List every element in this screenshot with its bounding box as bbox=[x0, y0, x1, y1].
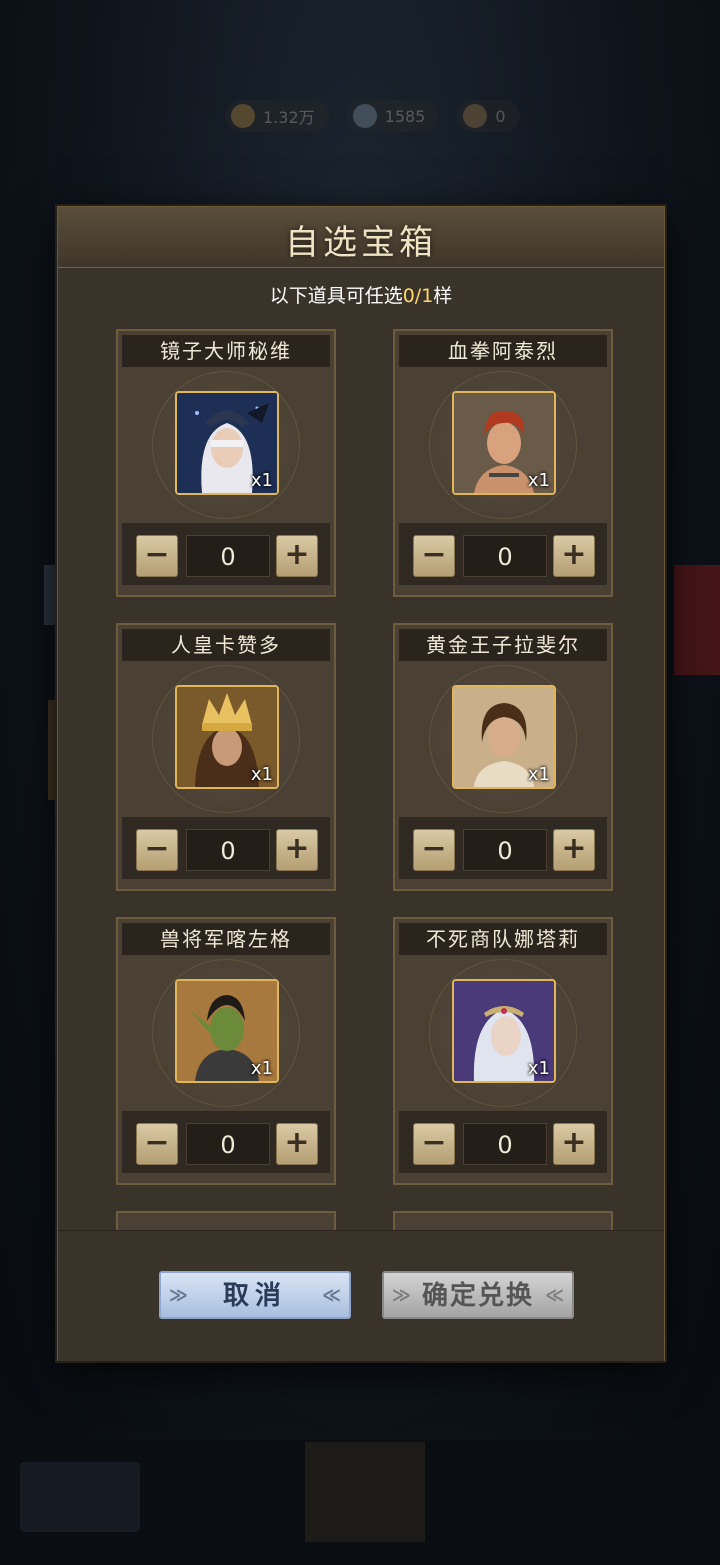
item-quantity: x1 bbox=[527, 470, 550, 491]
quantity-stepper: − 0 + bbox=[122, 817, 330, 879]
quantity-stepper: − 0 + bbox=[122, 1111, 330, 1173]
item-card-partial bbox=[116, 1211, 336, 1230]
increase-button[interactable]: + bbox=[553, 535, 595, 577]
confirm-label: 确定兑换 bbox=[421, 1281, 534, 1311]
back-button[interactable] bbox=[20, 1462, 140, 1532]
cancel-button[interactable]: ≫ 取消 ≪ bbox=[159, 1271, 351, 1319]
quantity-input[interactable]: 0 bbox=[186, 829, 270, 871]
item-body: x1 bbox=[399, 369, 607, 519]
item-grid[interactable]: 镜子大师秘维 x1 − 0 + 血拳阿泰烈 x1 − 0 + 人皇卡赞多 x1 … bbox=[58, 317, 664, 1230]
dialog-footer: ≫ 取消 ≪ ≫ 确定兑换 ≪ bbox=[58, 1230, 664, 1361]
quantity-stepper: − 0 + bbox=[122, 523, 330, 585]
portrait-red-hair-icon[interactable]: x1 bbox=[452, 391, 556, 495]
selection-hint-suffix: 样 bbox=[433, 285, 453, 307]
decrease-button[interactable]: − bbox=[136, 535, 178, 577]
item-card: 不死商队娜塔莉 x1 − 0 + bbox=[393, 917, 613, 1185]
token-icon bbox=[463, 104, 488, 128]
quantity-stepper: − 0 + bbox=[399, 817, 607, 879]
item-body: x1 bbox=[399, 957, 607, 1107]
resource-bar: 1.32万 1585 0 bbox=[225, 100, 520, 132]
decrease-button[interactable]: − bbox=[413, 535, 455, 577]
select-chest-dialog: 自选宝箱 以下道具可任选0/1样 镜子大师秘维 x1 − 0 + 血拳阿泰烈 x… bbox=[57, 206, 665, 1361]
increase-button[interactable]: + bbox=[276, 829, 318, 871]
item-card: 黄金王子拉斐尔 x1 − 0 + bbox=[393, 623, 613, 891]
item-name: 不死商队娜塔莉 bbox=[399, 923, 607, 955]
item-card-partial bbox=[393, 1211, 613, 1230]
item-quantity: x1 bbox=[527, 764, 550, 785]
cancel-label: 取消 bbox=[222, 1281, 287, 1311]
increase-button[interactable]: + bbox=[553, 829, 595, 871]
item-quantity: x1 bbox=[250, 1058, 273, 1079]
side-decoration bbox=[44, 565, 58, 625]
quantity-input[interactable]: 0 bbox=[186, 1123, 270, 1165]
arrow-left-icon: ≫ bbox=[392, 1285, 411, 1306]
quantity-input[interactable]: 0 bbox=[463, 535, 547, 577]
item-card: 血拳阿泰烈 x1 − 0 + bbox=[393, 329, 613, 597]
item-card: 人皇卡赞多 x1 − 0 + bbox=[116, 623, 336, 891]
dialog-header: 自选宝箱 bbox=[58, 207, 664, 268]
item-body: x1 bbox=[122, 957, 330, 1107]
decrease-button[interactable]: − bbox=[413, 829, 455, 871]
quantity-input[interactable]: 0 bbox=[186, 535, 270, 577]
item-body: x1 bbox=[399, 663, 607, 813]
arrow-left-icon: ≫ bbox=[169, 1285, 188, 1306]
gold-resource: 1.32万 bbox=[225, 100, 329, 132]
confirm-exchange-button[interactable]: ≫ 确定兑换 ≪ bbox=[382, 1271, 574, 1319]
decrease-button[interactable]: − bbox=[136, 829, 178, 871]
quantity-input[interactable]: 0 bbox=[463, 829, 547, 871]
item-quantity: x1 bbox=[527, 1058, 550, 1079]
item-name: 镜子大师秘维 bbox=[122, 335, 330, 367]
portrait-brown-hair-icon[interactable]: x1 bbox=[452, 685, 556, 789]
gold-coin-icon bbox=[231, 104, 255, 128]
decrease-button[interactable]: − bbox=[413, 1123, 455, 1165]
portrait-white-hair-icon[interactable]: x1 bbox=[175, 391, 279, 495]
item-name: 兽将军喀左格 bbox=[122, 923, 330, 955]
gold-value: 1.32万 bbox=[263, 108, 315, 127]
token-resource: 0 bbox=[457, 100, 520, 132]
portrait-silver-hair-icon[interactable]: x1 bbox=[452, 979, 556, 1083]
item-quantity: x1 bbox=[250, 470, 273, 491]
selection-hint-prefix: 以下道具可任选 bbox=[269, 285, 403, 307]
gem-value: 1585 bbox=[384, 106, 426, 126]
arrow-right-icon: ≪ bbox=[322, 1285, 341, 1306]
item-quantity: x1 bbox=[250, 764, 273, 785]
increase-button[interactable]: + bbox=[276, 535, 318, 577]
quantity-stepper: − 0 + bbox=[399, 523, 607, 585]
increase-button[interactable]: + bbox=[276, 1123, 318, 1165]
dialog-title: 自选宝箱 bbox=[285, 223, 437, 263]
selection-hint: 以下道具可任选0/1样 bbox=[58, 281, 664, 308]
portrait-gold-crown-icon[interactable]: x1 bbox=[175, 685, 279, 789]
increase-button[interactable]: + bbox=[553, 1123, 595, 1165]
item-name: 黄金王子拉斐尔 bbox=[399, 629, 607, 661]
quantity-stepper: − 0 + bbox=[399, 1111, 607, 1173]
gem-icon bbox=[352, 104, 377, 128]
bottom-tab-active[interactable] bbox=[305, 1442, 425, 1542]
item-card: 镜子大师秘维 x1 − 0 + bbox=[116, 329, 336, 597]
quantity-input[interactable]: 0 bbox=[463, 1123, 547, 1165]
selection-count: 0/1 bbox=[402, 285, 434, 307]
side-banner bbox=[674, 565, 720, 675]
portrait-orc-icon[interactable]: x1 bbox=[175, 979, 279, 1083]
item-body: x1 bbox=[122, 369, 330, 519]
gem-resource: 1585 bbox=[346, 100, 440, 132]
token-value: 0 bbox=[495, 106, 506, 126]
decrease-button[interactable]: − bbox=[136, 1123, 178, 1165]
item-name: 血拳阿泰烈 bbox=[399, 335, 607, 367]
item-name: 人皇卡赞多 bbox=[122, 629, 330, 661]
arrow-right-icon: ≪ bbox=[545, 1285, 564, 1306]
item-card: 兽将军喀左格 x1 − 0 + bbox=[116, 917, 336, 1185]
item-body: x1 bbox=[122, 663, 330, 813]
